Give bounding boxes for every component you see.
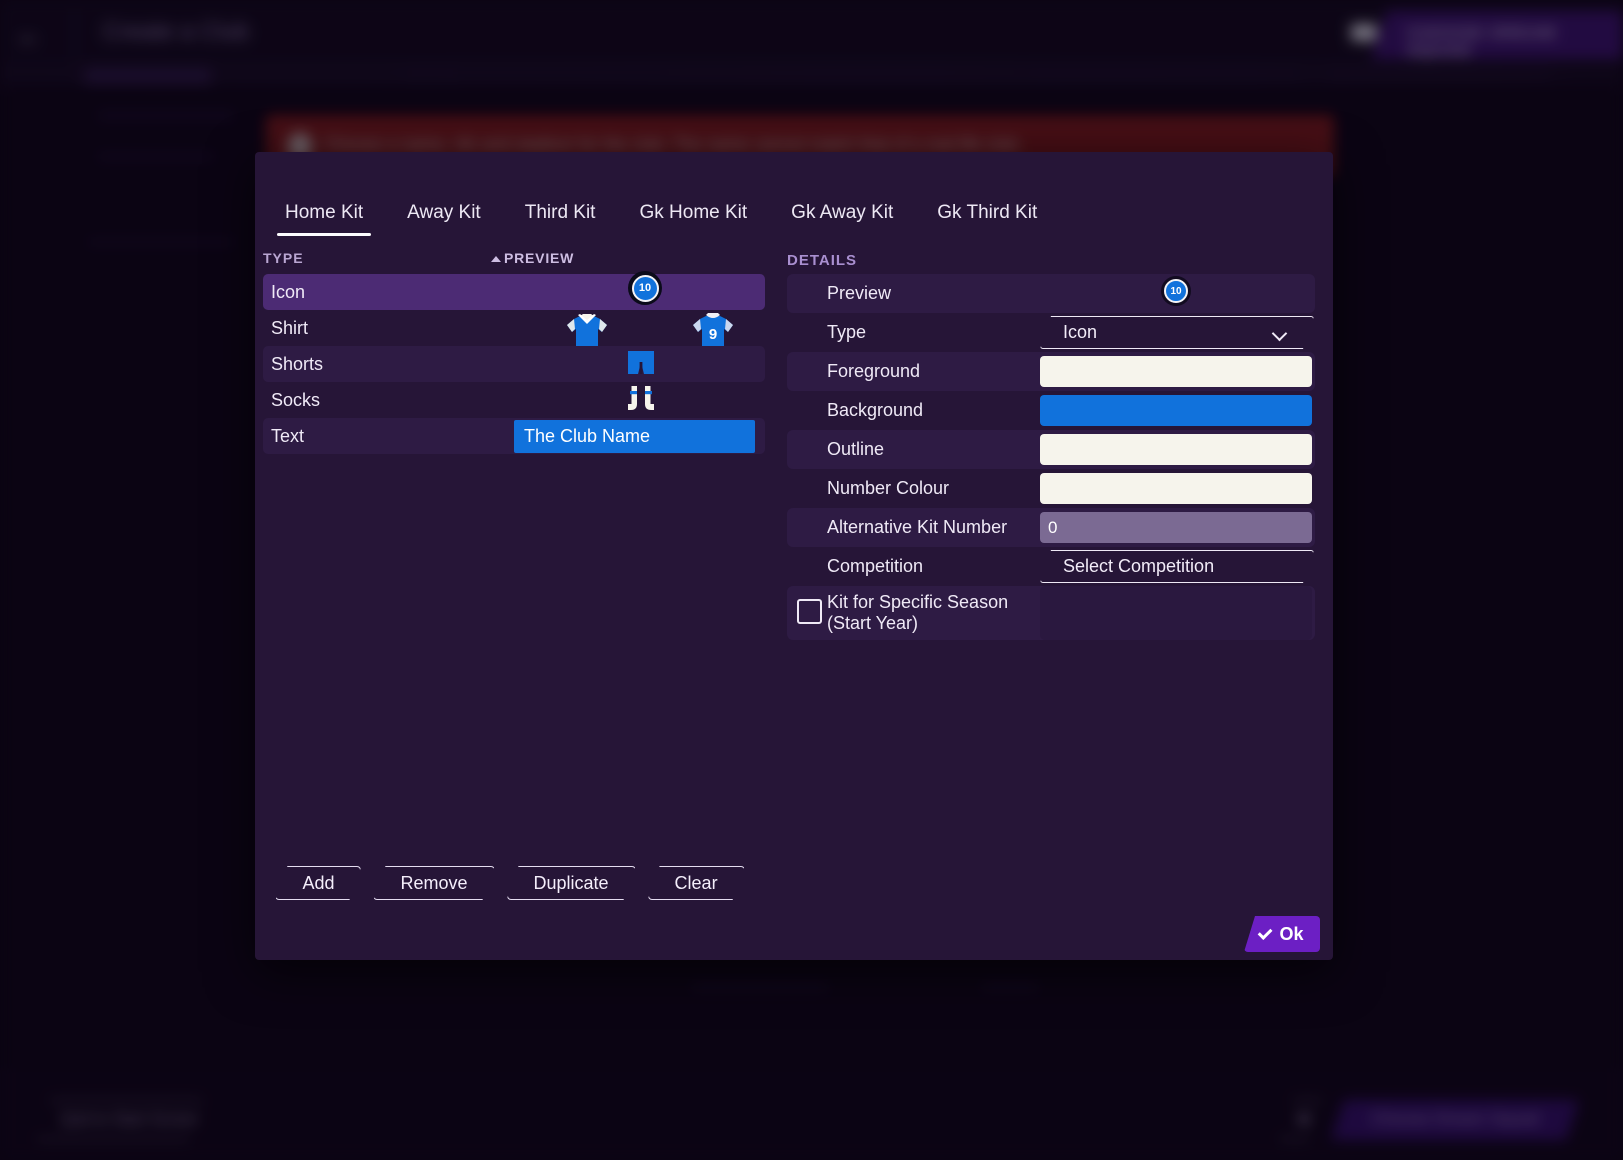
- kit-row-shirt-label: Shirt: [271, 317, 309, 338]
- details-row-background: Background: [787, 391, 1315, 430]
- ok-button[interactable]: Ok: [1244, 916, 1320, 952]
- details-label-type: Type: [827, 322, 867, 342]
- chevron-down-icon: [1272, 326, 1288, 342]
- details-label-foreground: Foreground: [827, 361, 921, 381]
- sort-ascending-icon: [491, 256, 501, 263]
- background-colour-swatch[interactable]: [1040, 395, 1312, 426]
- details-row-number-colour: Number Colour: [787, 469, 1315, 508]
- details-row-preview: Preview 10: [787, 274, 1315, 313]
- kit-row-shorts[interactable]: Shorts: [263, 346, 765, 382]
- number-colour-swatch[interactable]: [1040, 473, 1312, 504]
- kit-row-text-label: Text: [271, 425, 305, 446]
- kit-row-socks-label: Socks: [271, 389, 321, 410]
- svg-text:9: 9: [709, 326, 717, 343]
- clear-button[interactable]: Clear: [648, 866, 745, 900]
- shorts-icon: [628, 351, 654, 374]
- remove-button[interactable]: Remove: [373, 866, 494, 900]
- duplicate-button[interactable]: Duplicate: [507, 866, 636, 900]
- tab-gk-away-kit[interactable]: Gk Away Kit: [769, 202, 915, 236]
- kit-action-buttons: Add Remove Duplicate Clear: [255, 866, 765, 900]
- tab-away-kit[interactable]: Away Kit: [385, 202, 503, 236]
- kit-row-shorts-label: Shorts: [271, 353, 324, 374]
- kit-row-icon-label: Icon: [271, 281, 306, 302]
- tab-gk-third-kit[interactable]: Gk Third Kit: [915, 202, 1059, 236]
- details-row-type: Type Icon: [787, 313, 1315, 352]
- details-label-competition: Competition: [827, 556, 924, 576]
- alternative-kit-number-input[interactable]: 0: [1040, 512, 1312, 543]
- club-name-text-preview: The Club Name: [514, 420, 755, 453]
- kit-details-panel: Preview 10 Type Icon Foreground Backgrou…: [787, 274, 1315, 640]
- details-label-background: Background: [827, 400, 924, 420]
- details-label-outline: Outline: [827, 439, 885, 459]
- tab-home-kit[interactable]: Home Kit: [263, 202, 385, 236]
- details-preview-badge-number: 10: [1164, 279, 1188, 303]
- details-label-specific-season: Kit for Specific Season (Start Year): [827, 592, 1009, 633]
- kit-row-text[interactable]: Text The Club Name: [263, 418, 765, 454]
- kit-row-icon-preview: 10: [263, 271, 765, 310]
- details-row-alt-kit-number: Alternative Kit Number 0: [787, 508, 1315, 547]
- tab-gk-home-kit[interactable]: Gk Home Kit: [617, 202, 769, 236]
- kit-badge-icon: 10: [628, 271, 662, 305]
- add-button[interactable]: Add: [275, 866, 361, 900]
- details-preview-badge-icon: 10: [1161, 276, 1191, 306]
- kit-row-shorts-preview: [263, 346, 765, 382]
- specific-season-year-input[interactable]: [1040, 586, 1312, 640]
- ok-button-label: Ok: [1279, 923, 1304, 944]
- column-header-type: TYPE: [263, 250, 304, 266]
- details-row-specific-season: Kit for Specific Season (Start Year): [787, 586, 1315, 640]
- details-row-outline: Outline: [787, 430, 1315, 469]
- tab-third-kit[interactable]: Third Kit: [503, 202, 618, 236]
- column-header-details: DETAILS: [787, 252, 858, 269]
- check-icon: [1258, 925, 1273, 941]
- kit-row-socks-preview: [263, 382, 765, 418]
- kit-type-list: Icon 10 Shirt 9 Shorts Socks Text The Cl…: [263, 271, 765, 454]
- details-row-foreground: Foreground: [787, 352, 1315, 391]
- competition-select-value: Select Competition: [1063, 556, 1215, 576]
- foreground-colour-swatch[interactable]: [1040, 356, 1312, 387]
- socks-icon: [628, 386, 654, 410]
- kit-row-shirt-preview: 9: [263, 310, 765, 351]
- kit-tab-bar: Home Kit Away Kit Third Kit Gk Home Kit …: [255, 202, 1333, 242]
- kit-row-text-preview: The Club Name: [263, 418, 765, 454]
- column-header-preview[interactable]: PREVIEW: [491, 250, 574, 266]
- kit-row-socks[interactable]: Socks: [263, 382, 765, 418]
- kit-row-icon[interactable]: Icon 10: [263, 271, 765, 310]
- type-select-value: Icon: [1063, 322, 1098, 342]
- kit-badge-number: 10: [631, 274, 659, 302]
- outline-colour-swatch[interactable]: [1040, 434, 1312, 465]
- kit-row-shirt[interactable]: Shirt 9: [263, 310, 765, 351]
- kit-specific-season-checkbox[interactable]: [797, 599, 822, 624]
- details-label-preview: Preview: [827, 283, 892, 303]
- details-label-alt-kit-number: Alternative Kit Number: [827, 517, 1008, 537]
- app-root: ← Create a Club CHOOSE DREAM SQUAD Choos…: [0, 0, 1623, 1160]
- column-header-preview-label: PREVIEW: [504, 250, 575, 266]
- details-label-number-colour: Number Colour: [827, 478, 950, 498]
- competition-select[interactable]: Select Competition: [1040, 550, 1314, 583]
- kit-editor-dialog: Home Kit Away Kit Third Kit Gk Home Kit …: [255, 152, 1333, 960]
- details-row-competition: Competition Select Competition: [787, 547, 1315, 586]
- type-select[interactable]: Icon: [1040, 316, 1314, 349]
